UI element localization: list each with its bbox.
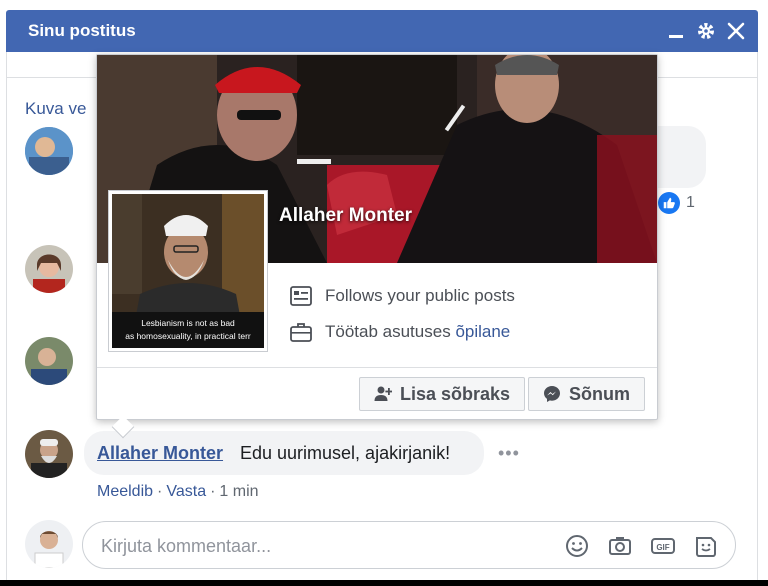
- minimize-icon[interactable]: [664, 19, 688, 43]
- profile-caption-line1: Lesbianism is not as bad: [141, 318, 235, 328]
- window-title: Sinu postitus: [28, 21, 136, 40]
- message-label: Sõnum: [569, 383, 630, 404]
- avatar[interactable]: [25, 430, 73, 478]
- work-prefix: Töötab asutuses: [325, 322, 451, 341]
- separator: ·: [157, 483, 163, 500]
- comment-author-link[interactable]: Allaher Monter: [97, 443, 223, 464]
- comment-actions: Meeldib · Vasta · 1 min: [97, 483, 259, 501]
- workplace-link[interactable]: õpilane: [455, 322, 510, 341]
- follows-row: Follows your public posts: [289, 284, 515, 308]
- chat-window: Sinu postitus Kuva ve 1 Allaher Monter E…: [0, 0, 768, 586]
- message-button[interactable]: Sõnum: [528, 377, 645, 411]
- sticker-icon[interactable]: [692, 532, 720, 560]
- view-more-comments-link[interactable]: Kuva ve: [25, 99, 86, 119]
- divider: [97, 367, 657, 368]
- comment-options-button[interactable]: •••: [498, 443, 520, 464]
- profile-caption-line2: as homosexuality, in practical terr: [125, 331, 251, 341]
- comment-composer[interactable]: GIF: [82, 521, 736, 569]
- current-user-avatar[interactable]: [25, 520, 73, 568]
- thumbs-up-icon: [658, 192, 680, 214]
- gif-icon[interactable]: GIF: [649, 532, 677, 560]
- camera-icon[interactable]: [606, 532, 634, 560]
- comment-input[interactable]: [101, 534, 541, 558]
- work-row: Töötab asutuses õpilane: [289, 320, 510, 344]
- like-comment-link[interactable]: Meeldib: [97, 483, 153, 501]
- emoji-icon[interactable]: [563, 532, 591, 560]
- chat-titlebar[interactable]: Sinu postitus: [6, 10, 758, 52]
- like-count[interactable]: 1: [658, 192, 695, 214]
- like-count-value: 1: [686, 194, 695, 211]
- profile-hovercard: Lesbianism is not as bad as homosexualit…: [96, 54, 658, 439]
- avatar[interactable]: [25, 245, 73, 293]
- avatar[interactable]: [25, 127, 73, 175]
- briefcase-icon: [289, 320, 313, 344]
- follows-text: Follows your public posts: [325, 286, 515, 305]
- separator: ·: [210, 483, 216, 500]
- add-friend-button[interactable]: Lisa sõbraks: [359, 377, 526, 411]
- gear-icon[interactable]: [694, 19, 718, 43]
- bottom-edge: [0, 580, 768, 586]
- add-friend-icon: [374, 385, 393, 403]
- profile-name-link[interactable]: Allaher Monter: [279, 205, 412, 227]
- profile-picture[interactable]: Lesbianism is not as bad as homosexualit…: [109, 191, 267, 351]
- add-friend-label: Lisa sõbraks: [400, 383, 511, 404]
- messenger-icon: [543, 385, 561, 403]
- news-feed-icon: [289, 284, 313, 308]
- close-icon[interactable]: [724, 19, 748, 43]
- reply-link[interactable]: Vasta: [166, 483, 206, 501]
- comment-timestamp[interactable]: 1 min: [219, 483, 258, 501]
- avatar[interactable]: [25, 337, 73, 385]
- svg-text:GIF: GIF: [656, 543, 669, 552]
- comment-text: Edu uurimusel, ajakirjanik!: [240, 443, 451, 463]
